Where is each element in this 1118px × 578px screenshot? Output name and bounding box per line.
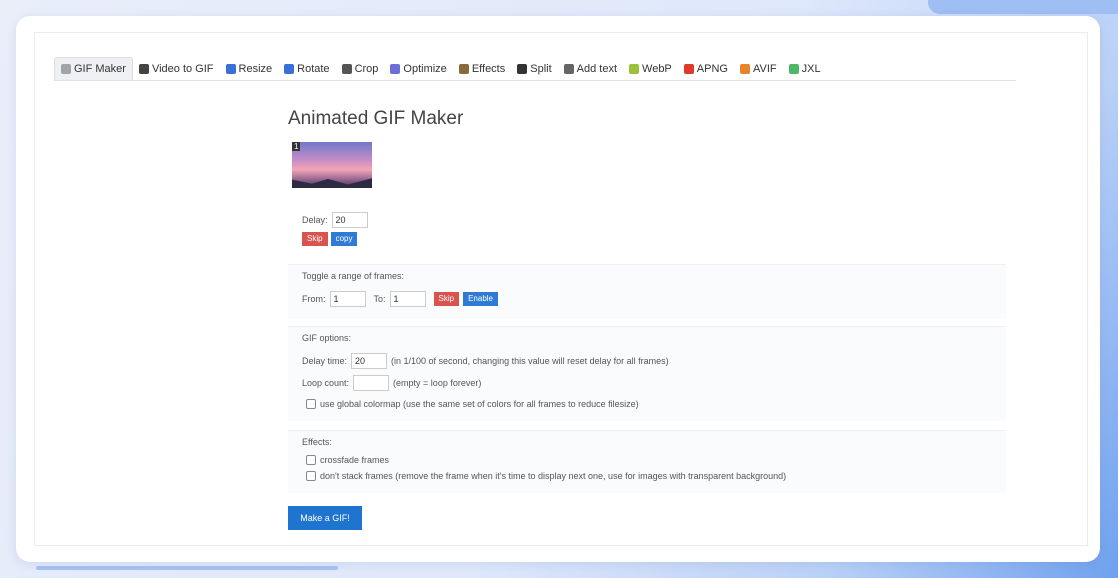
tab-label: Resize (238, 63, 273, 75)
jxl-icon (788, 64, 799, 74)
loop-count-hint: (empty = loop forever) (393, 378, 482, 388)
crop-icon (341, 64, 352, 74)
dont-stack-checkbox[interactable] (306, 471, 316, 481)
background-bar (36, 566, 338, 570)
tab-label: WebP (642, 63, 672, 75)
loop-count-row: Loop count: (empty = loop forever) (302, 375, 481, 391)
tab-avif[interactable]: AVIF (734, 58, 783, 80)
to-input[interactable] (389, 291, 426, 307)
webp-icon (629, 64, 640, 74)
tab-crop[interactable]: Crop (336, 58, 385, 80)
frame-buttons: Skip copy (302, 232, 358, 246)
to-label: To: (373, 294, 386, 304)
from-label: From: (302, 294, 326, 304)
gif-maker-icon (61, 64, 71, 74)
toggle-frames-title: Toggle a range of frames: (302, 271, 405, 281)
tab-split[interactable]: Split (511, 58, 557, 80)
colormap-row: use global colormap (use the same set of… (306, 399, 639, 409)
tab-label: Effects (471, 63, 506, 75)
gif-options-title: GIF options: (302, 333, 352, 343)
tab-label: JXL (801, 63, 821, 75)
tab-label: GIF Maker (74, 63, 126, 75)
crossfade-row: crossfade frames (306, 455, 389, 465)
page-title: Animated GIF Maker (288, 108, 464, 129)
tab-rotate[interactable]: Rotate (278, 58, 335, 80)
loop-count-label: Loop count: (302, 378, 350, 388)
range-skip-button[interactable]: Skip (433, 292, 460, 306)
toggle-frames-panel: Toggle a range of frames: From: To: Skip… (288, 264, 1006, 319)
tab-label: Optimize (403, 63, 447, 75)
crossfade-label: crossfade frames (320, 455, 390, 465)
frame-delay-row: Delay: (302, 212, 368, 228)
avif-icon (739, 64, 750, 74)
tab-label: Video to GIF (151, 63, 214, 75)
tab-label: Crop (354, 63, 379, 75)
frame-number: 1 (292, 142, 301, 151)
tab-jxl[interactable]: JXL (783, 58, 827, 80)
background-decoration (928, 0, 1118, 14)
colormap-label: use global colormap (use the same set of… (320, 399, 639, 409)
tab-gif-maker[interactable]: GIF Maker (54, 57, 133, 80)
tool-tabs: GIF Maker Video to GIF Resize Rotate Cro… (54, 56, 1016, 81)
make-gif-button[interactable]: Make a GIF! (288, 506, 362, 530)
effects-title: Effects: (302, 437, 332, 447)
tab-effects[interactable]: Effects (453, 58, 511, 80)
from-input[interactable] (329, 291, 366, 307)
tab-label: APNG (696, 63, 728, 75)
tab-video-to-gif[interactable]: Video to GIF (133, 58, 220, 80)
tab-label: Add text (576, 63, 618, 75)
loop-count-input[interactable] (353, 375, 390, 391)
toggle-range-row: From: To: Skip Enable (302, 291, 498, 307)
tab-webp[interactable]: WebP (623, 58, 678, 80)
delay-time-hint: (in 1/100 of second, changing this value… (391, 356, 669, 366)
delay-time-input[interactable] (351, 353, 388, 369)
optimize-icon (390, 64, 401, 74)
tab-optimize[interactable]: Optimize (384, 58, 452, 80)
effects-panel: Effects: crossfade frames don't stack fr… (288, 430, 1006, 493)
tab-label: AVIF (752, 63, 777, 75)
frame-skip-button[interactable]: Skip (302, 232, 328, 246)
dont-stack-label: don't stack frames (remove the frame whe… (320, 471, 787, 481)
colormap-checkbox[interactable] (306, 399, 316, 409)
frame-copy-button[interactable]: copy (330, 232, 358, 246)
landscape-silhouette (292, 178, 372, 188)
tab-add-text[interactable]: Add text (558, 58, 623, 80)
delay-time-label: Delay time: (302, 356, 348, 366)
frame-thumbnail[interactable]: 1 (292, 142, 372, 188)
rotate-icon (284, 64, 295, 74)
tab-resize[interactable]: Resize (220, 58, 279, 80)
crossfade-checkbox[interactable] (306, 455, 316, 465)
tab-label: Split (530, 63, 552, 75)
apng-icon (683, 64, 694, 74)
effects-icon (458, 64, 469, 74)
resize-icon (225, 64, 236, 74)
tab-apng[interactable]: APNG (678, 58, 734, 80)
add-text-icon (563, 64, 574, 74)
gif-options-panel: GIF options: Delay time: (in 1/100 of se… (288, 326, 1006, 421)
delay-time-row: Delay time: (in 1/100 of second, changin… (302, 353, 669, 369)
range-enable-button[interactable]: Enable (463, 292, 498, 306)
video-icon (138, 64, 149, 74)
dont-stack-row: don't stack frames (remove the frame whe… (306, 471, 786, 481)
frame-delay-label: Delay: (302, 215, 328, 225)
frame-delay-input[interactable] (331, 212, 368, 228)
tab-label: Rotate (297, 63, 330, 75)
split-icon (517, 64, 528, 74)
